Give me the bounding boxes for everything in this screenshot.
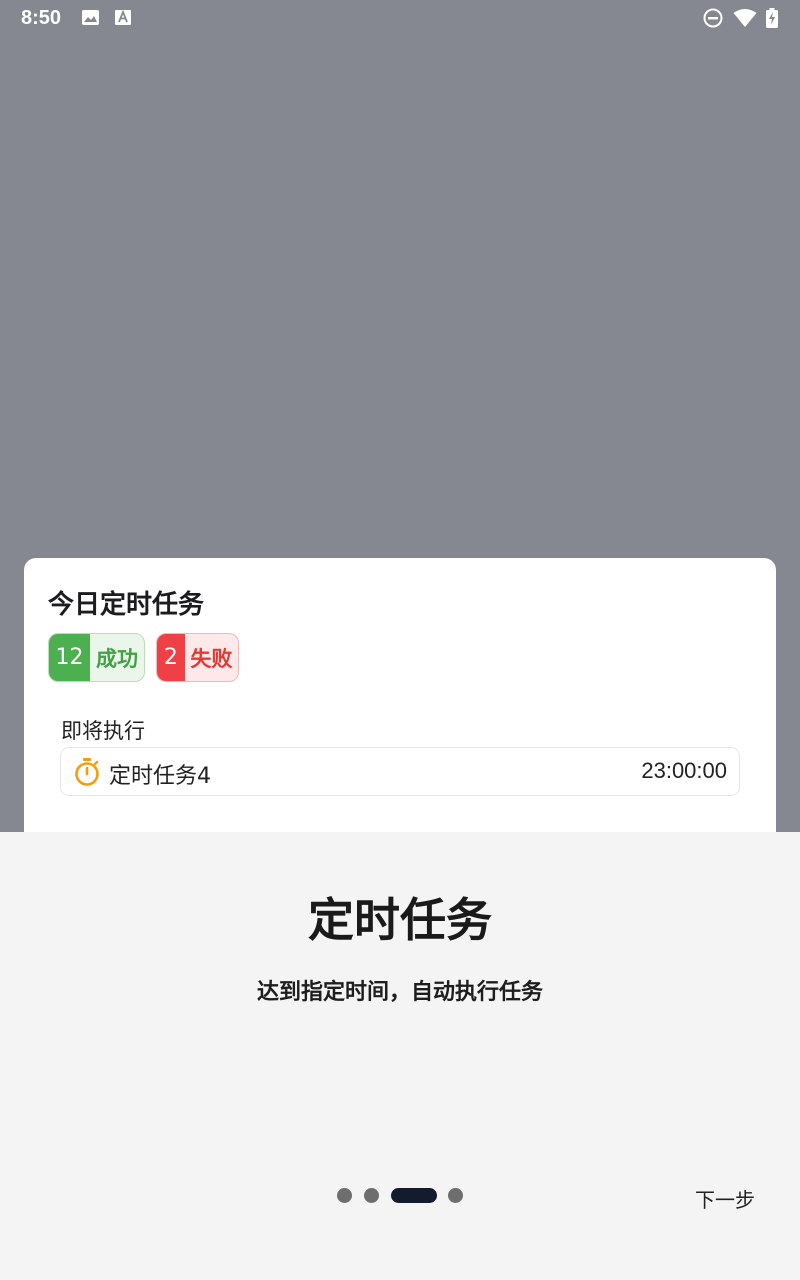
- fail-count: 2: [157, 634, 185, 681]
- upcoming-label: 即将执行: [61, 719, 145, 743]
- card-title: 今日定时任务: [48, 590, 205, 620]
- battery-charging-icon: [766, 8, 778, 32]
- next-button[interactable]: 下一步: [695, 1184, 755, 1213]
- do-not-disturb-icon: [703, 8, 723, 32]
- onboarding-title: 定时任务: [308, 893, 492, 947]
- font-icon: [115, 8, 131, 31]
- onboarding-panel: 定时任务 达到指定时间，自动执行任务 下一步: [0, 832, 800, 1280]
- success-badge: 12 成功: [48, 633, 145, 682]
- success-count: 12: [49, 634, 90, 681]
- wifi-icon: [733, 8, 757, 32]
- image-icon: [81, 8, 100, 31]
- status-bar: 8:50: [0, 0, 800, 36]
- page-dot-4[interactable]: [448, 1188, 463, 1203]
- page-dot-2[interactable]: [364, 1188, 379, 1203]
- page-dot-3-active[interactable]: [391, 1188, 437, 1203]
- task-name: 定时任务4: [109, 764, 211, 789]
- success-label: 成功: [96, 646, 138, 671]
- task-summary-card: 今日定时任务 12 成功 2 失败 即将执行 定时任务4 23:00:00: [24, 558, 776, 858]
- upcoming-task-row: 定时任务4 23:00:00: [60, 747, 740, 796]
- timer-icon: [73, 757, 101, 791]
- onboarding-subtitle: 达到指定时间，自动执行任务: [256, 980, 543, 1005]
- page-dot-1[interactable]: [337, 1188, 352, 1203]
- fail-label: 失败: [190, 646, 233, 671]
- fail-badge: 2 失败: [156, 633, 239, 682]
- status-time: 8:50: [21, 7, 62, 29]
- page-indicator: [337, 1188, 467, 1204]
- task-time: 23:00:00: [641, 758, 727, 783]
